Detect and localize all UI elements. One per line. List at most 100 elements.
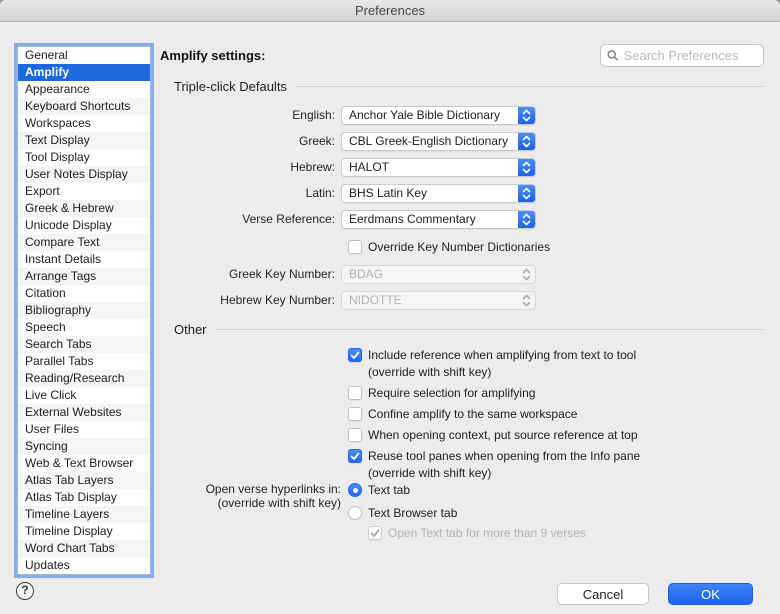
radio-label: Text Browser tab [368,505,457,522]
checkbox-label: Require selection for amplifying [368,385,535,402]
dropdown-value: Anchor Yale Bible Dictionary [342,108,518,122]
preferences-category-list: GeneralAmplifyAppearanceKeyboard Shortcu… [17,46,151,575]
dropdown-latin[interactable]: BHS Latin Key [341,184,536,203]
field-label: English: [160,108,341,122]
sidebar-item-bibliography[interactable]: Bibliography [18,302,150,319]
sidebar-item-atlas-tab-display[interactable]: Atlas Tab Display [18,489,150,506]
chevron-up-down-icon [518,292,535,309]
unselected-radio-button[interactable] [348,506,362,520]
sidebar-item-live-click[interactable]: Live Click [18,387,150,404]
sidebar-item-keyboard-shortcuts[interactable]: Keyboard Shortcuts [18,98,150,115]
page-title: Amplify settings: [160,48,265,63]
chevron-up-down-icon [518,266,535,283]
sidebar-item-text-display[interactable]: Text Display [18,132,150,149]
radio-label: Text tab [368,482,410,499]
dropdown-value: CBL Greek-English Dictionary [342,134,518,148]
dropdown-value: NIDOTTE [342,293,518,307]
section-other: Other [174,322,765,337]
sidebar-item-citation[interactable]: Citation [18,285,150,302]
sidebar-item-atlas-tab-layers[interactable]: Atlas Tab Layers [18,472,150,489]
dropdown-hebrew-key-number: NIDOTTE [341,291,536,310]
sidebar-item-compare-text[interactable]: Compare Text [18,234,150,251]
checkbox-label: Confine amplify to the same workspace [368,406,577,423]
dropdown-verse-reference[interactable]: Eerdmans Commentary [341,210,536,229]
search-input[interactable] [624,48,757,63]
checkbox-label: Open Text tab for more than 9 verses [388,525,586,542]
question-mark-icon: ? [21,583,28,597]
chevron-up-down-icon [518,107,535,124]
sidebar-item-reading-research[interactable]: Reading/Research [18,370,150,387]
other-checkboxes: Include reference when amplifying from t… [348,347,640,486]
sidebar-item-tool-display[interactable]: Tool Display [18,149,150,166]
sidebar-item-speech[interactable]: Speech [18,319,150,336]
dropdown-value: Eerdmans Commentary [342,212,518,226]
field-label: Greek Key Number: [160,267,341,281]
sidebar-item-word-chart-tabs[interactable]: Word Chart Tabs [18,540,150,557]
chevron-up-down-icon [518,211,535,228]
dropdown-hebrew[interactable]: HALOT [341,158,536,177]
section-title: Other [174,322,207,337]
sidebar-item-appearance[interactable]: Appearance [18,81,150,98]
unchecked-checkbox[interactable] [348,428,362,442]
search-field[interactable] [600,44,764,67]
checkbox-sublabel: (override with shift key) [368,364,636,381]
unchecked-checkbox[interactable] [348,240,362,254]
sidebar-item-arrange-tags[interactable]: Arrange Tags [18,268,150,285]
chevron-up-down-icon [518,159,535,176]
dropdown-value: BDAG [342,267,518,281]
selected-radio-button[interactable] [348,483,362,497]
section-divider [215,329,765,330]
sidebar-item-greek-hebrew[interactable]: Greek & Hebrew [18,200,150,217]
sidebar-item-timeline-display[interactable]: Timeline Display [18,523,150,540]
sidebar-item-unicode-display[interactable]: Unicode Display [18,217,150,234]
window-title: Preferences [355,3,425,18]
sidebar-item-updates[interactable]: Updates [18,557,150,574]
preferences-window: Preferences GeneralAmplifyAppearanceKeyb… [0,0,780,614]
open-text-tab-sub-option: Open Text tab for more than 9 verses [368,525,586,546]
checkbox-label: Reuse tool panes when opening from the I… [368,448,640,482]
ok-button[interactable]: OK [668,583,753,605]
sidebar-item-search-tabs[interactable]: Search Tabs [18,336,150,353]
open-verse-hyperlinks-label: Open verse hyperlinks in: (override with… [160,482,341,510]
section-divider [295,86,765,87]
field-label: Hebrew: [160,160,341,174]
checked-checkbox[interactable] [348,449,362,463]
sidebar-item-amplify[interactable]: Amplify [18,64,150,81]
sidebar-item-parallel-tabs[interactable]: Parallel Tabs [18,353,150,370]
help-button[interactable]: ? [16,582,34,600]
sidebar-item-user-files[interactable]: User Files [18,421,150,438]
dropdown-greek-key-number: BDAG [341,265,536,284]
sidebar-item-workspaces[interactable]: Workspaces [18,115,150,132]
checkbox-sublabel: (override with shift key) [368,465,640,482]
dropdown-value: HALOT [342,160,518,174]
override-key-number-area: Override Key Number Dictionaries [348,239,550,260]
field-label: Latin: [160,186,341,200]
field-label: Verse Reference: [160,212,341,226]
sidebar-item-timeline-layers[interactable]: Timeline Layers [18,506,150,523]
checked-checkbox[interactable] [348,348,362,362]
sidebar-item-general[interactable]: General [18,47,150,64]
unchecked-checkbox[interactable] [348,386,362,400]
sidebar-item-user-notes-display[interactable]: User Notes Display [18,166,150,183]
section-title: Triple-click Defaults [174,79,287,94]
sidebar-item-instant-details[interactable]: Instant Details [18,251,150,268]
checkbox-label: When opening context, put source referen… [368,427,638,444]
field-label: Hebrew Key Number: [160,293,341,307]
sidebar-item-external-websites[interactable]: External Websites [18,404,150,421]
chevron-up-down-icon [518,133,535,150]
key-number-dropdowns: Greek Key Number:BDAG Hebrew Key Number:… [160,261,536,313]
checkbox-label: Override Key Number Dictionaries [368,239,550,256]
field-label: Greek: [160,134,341,148]
dropdown-greek[interactable]: CBL Greek-English Dictionary [341,132,536,151]
dropdown-value: BHS Latin Key [342,186,518,200]
cancel-button[interactable]: Cancel [557,583,649,605]
sidebar-item-syncing[interactable]: Syncing [18,438,150,455]
sidebar-item-web-text-browser[interactable]: Web & Text Browser [18,455,150,472]
unchecked-checkbox[interactable] [348,407,362,421]
title-bar[interactable]: Preferences [0,0,780,22]
dropdown-english[interactable]: Anchor Yale Bible Dictionary [341,106,536,125]
checkbox-label: Include reference when amplifying from t… [368,347,636,381]
sidebar-item-export[interactable]: Export [18,183,150,200]
chevron-up-down-icon [518,185,535,202]
section-triple-click-defaults: Triple-click Defaults [174,79,765,94]
